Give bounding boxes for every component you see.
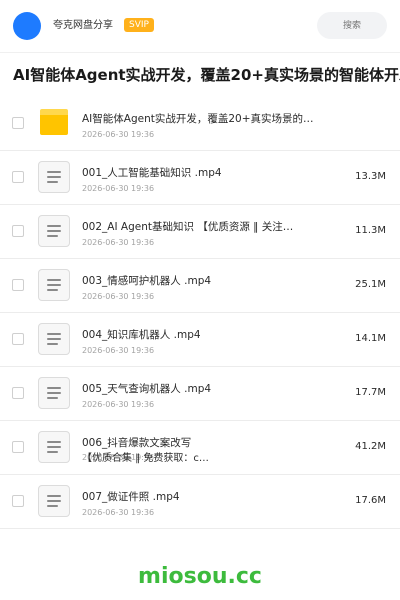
item-name: 004_知识库机器人 .mp4	[82, 329, 201, 341]
item-name: AI智能体Agent实战开发，覆盖20+真实场景的…	[82, 113, 314, 125]
video-file-icon	[38, 485, 70, 517]
list-item[interactable]: 002_AI Agent基础知识 【优质资源 ‖ 关注… 2026-06-30 …	[0, 204, 400, 259]
folder-icon	[40, 109, 68, 135]
item-date: 2026-06-30 19:36	[82, 238, 155, 247]
list-item[interactable]: 007_做证件照 .mp4 2026-06-30 19:36 17.6M	[0, 474, 400, 529]
list-item[interactable]: 004_知识库机器人 .mp4 2026-06-30 19:36 14.1M	[0, 312, 400, 367]
item-size: 13.3M	[355, 171, 386, 182]
video-file-icon	[38, 323, 70, 355]
search-input[interactable]	[317, 12, 387, 39]
list-item-folder[interactable]: AI智能体Agent实战开发，覆盖20+真实场景的… 2026-06-30 19…	[0, 96, 400, 151]
list-item[interactable]: 003_情感呵护机器人 .mp4 2026-06-30 19:36 25.1M	[0, 258, 400, 313]
item-date: 2026-06-30 19:36	[82, 292, 155, 301]
item-size: 11.3M	[355, 225, 386, 236]
item-name: 007_做证件照 .mp4	[82, 491, 180, 503]
item-name: 001_人工智能基础知识 .mp4	[82, 167, 222, 179]
item-name: 006_抖音爆款文案改写	[82, 437, 192, 449]
row-checkbox[interactable]	[12, 279, 24, 291]
item-date: 2026-06-30 19:36	[82, 400, 155, 409]
row-checkbox[interactable]	[12, 495, 24, 507]
item-date: 2026-06-30 19:36	[82, 508, 155, 517]
row-checkbox[interactable]	[12, 387, 24, 399]
list-item[interactable]: 005_天气查询机器人 .mp4 2026-06-30 19:36 17.7M	[0, 366, 400, 421]
video-file-icon	[38, 431, 70, 463]
row-checkbox[interactable]	[12, 441, 24, 453]
item-size: 17.7M	[355, 387, 386, 398]
item-name: 002_AI Agent基础知识 【优质资源 ‖ 关注…	[82, 221, 294, 233]
item-size: 25.1M	[355, 279, 386, 290]
item-date: 2026-06-30 19:36	[82, 130, 155, 139]
watermark-text: miosou.cc	[138, 564, 262, 589]
svip-badge: SVIP	[124, 18, 154, 32]
item-name: 003_情感呵护机器人 .mp4	[82, 275, 212, 287]
video-file-icon	[38, 377, 70, 409]
row-checkbox[interactable]	[12, 171, 24, 183]
item-date: 2026-06-30 19:36	[82, 346, 155, 355]
item-name: 005_天气查询机器人 .mp4	[82, 383, 212, 395]
row-checkbox[interactable]	[12, 117, 24, 129]
video-file-icon	[38, 215, 70, 247]
list-item[interactable]: 001_人工智能基础知识 .mp4 2026-06-30 19:36 13.3M	[0, 150, 400, 205]
video-file-icon	[38, 161, 70, 193]
item-size: 41.2M	[355, 441, 386, 452]
item-date: 2026-06-30 19:36	[82, 184, 155, 193]
brand-name: 夸克网盘分享	[53, 20, 113, 31]
row-checkbox[interactable]	[12, 225, 24, 237]
row-checkbox[interactable]	[12, 333, 24, 345]
top-bar: 夸克网盘分享 SVIP	[0, 0, 400, 53]
page-title: AI智能体Agent实战开发，覆盖20+真实场景的智能体开发项目	[13, 66, 400, 84]
item-size: 14.1M	[355, 333, 386, 344]
item-size: 17.6M	[355, 495, 386, 506]
item-name-continued: 【优质合集 ‖ 免费获取：c…	[82, 453, 209, 464]
video-file-icon	[38, 269, 70, 301]
list-item[interactable]: 006_抖音爆款文案改写 2026-06-30 19:36 【优质合集 ‖ 免费…	[0, 420, 400, 475]
avatar[interactable]	[13, 12, 41, 40]
